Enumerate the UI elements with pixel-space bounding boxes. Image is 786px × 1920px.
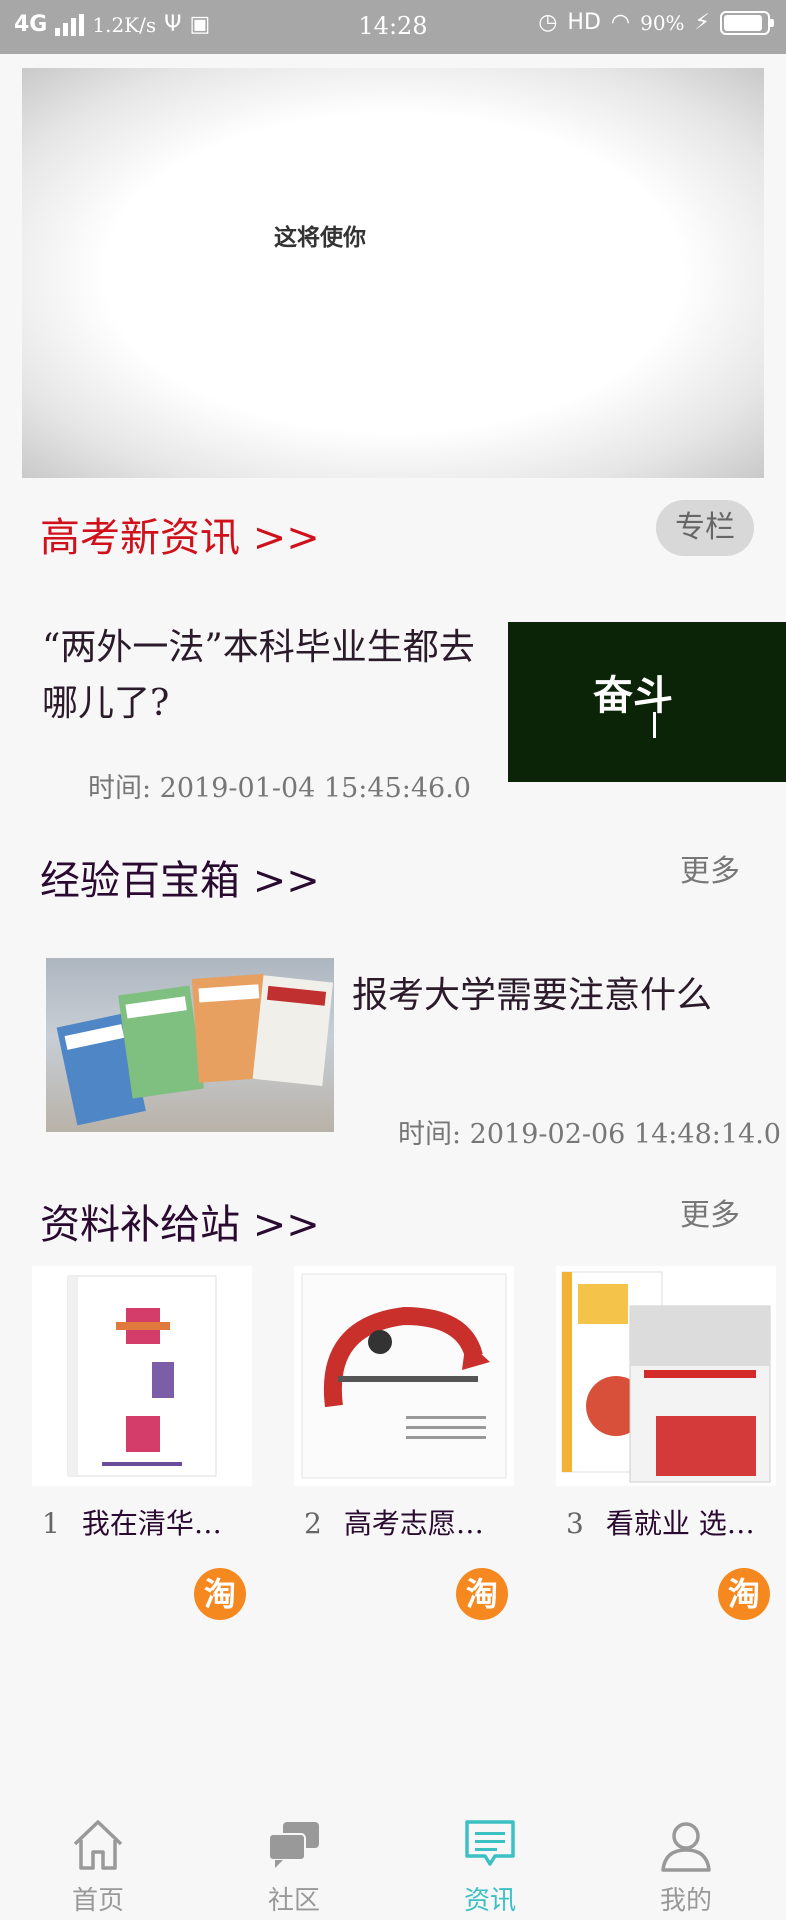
tab-home[interactable]: 首页 bbox=[0, 1800, 196, 1920]
profile-icon bbox=[661, 1822, 711, 1872]
banner-video[interactable]: 这将使你 bbox=[22, 68, 764, 478]
taobao-icon[interactable]: 淘 bbox=[194, 1568, 246, 1620]
book-label[interactable]: 1 我在清华… bbox=[42, 1502, 262, 1542]
book-label[interactable]: 2 高考志愿… bbox=[304, 1502, 524, 1542]
book-cover-image bbox=[561, 1271, 771, 1483]
experience-thumbnail[interactable] bbox=[46, 958, 334, 1132]
tab-label: 我的 bbox=[659, 1886, 712, 1916]
tab-community[interactable]: 社区 bbox=[196, 1800, 392, 1920]
book-cover[interactable] bbox=[32, 1266, 252, 1486]
tab-label: 资讯 bbox=[463, 1886, 516, 1916]
taobao-icon[interactable]: 淘 bbox=[456, 1568, 508, 1620]
tab-news[interactable]: 资讯 bbox=[392, 1800, 588, 1920]
news-section-title[interactable]: 高考新资讯 >> bbox=[40, 505, 320, 563]
news-icon bbox=[465, 1820, 515, 1866]
book-label[interactable]: 3 看就业 选… bbox=[566, 1502, 786, 1542]
experience-section-title[interactable]: 经验百宝箱 >> bbox=[40, 848, 320, 906]
book-cover-image bbox=[301, 1273, 507, 1479]
book-card[interactable]: 1 我在清华… 淘 bbox=[32, 1266, 252, 1620]
tab-profile[interactable]: 我的 bbox=[588, 1800, 784, 1920]
news-thumbnail[interactable]: 奋斗 bbox=[508, 622, 786, 782]
book-card[interactable]: 3 看就业 选… 淘 bbox=[556, 1266, 776, 1620]
supply-more-link[interactable]: 更多 bbox=[680, 1190, 740, 1234]
bottom-tab-bar: 首页 社区 资讯 我的 bbox=[0, 1800, 786, 1920]
wifi-icon: ◠ bbox=[610, 10, 631, 35]
tab-label: 首页 bbox=[71, 1886, 124, 1916]
experience-item-time: 时间: 2019-02-06 14:48:14.0 bbox=[398, 1119, 781, 1150]
book-cover[interactable] bbox=[556, 1266, 776, 1486]
charging-icon: ⚡ bbox=[694, 10, 710, 35]
banner-caption: 这将使你 bbox=[274, 225, 366, 251]
news-item-title[interactable]: “两外一法”本科毕业生都去哪儿了? bbox=[42, 620, 482, 732]
community-icon bbox=[268, 1822, 319, 1868]
tab-label: 社区 bbox=[267, 1886, 320, 1916]
experience-item-title[interactable]: 报考大学需要注意什么 bbox=[352, 966, 712, 1018]
home-icon bbox=[73, 1820, 123, 1870]
battery-fill bbox=[724, 14, 762, 31]
hd-indicator: HD bbox=[567, 10, 601, 35]
taobao-icon[interactable]: 淘 bbox=[718, 1568, 770, 1620]
book-cover-image bbox=[67, 1275, 217, 1477]
book-cover[interactable] bbox=[294, 1266, 514, 1486]
book-card[interactable]: 2 高考志愿… 淘 bbox=[294, 1266, 514, 1620]
news-item-time: 时间: 2019-01-04 15:45:46.0 bbox=[88, 773, 471, 804]
supply-section-title[interactable]: 资料补给站 >> bbox=[40, 1192, 320, 1250]
battery-percent: 90% bbox=[640, 10, 685, 35]
column-button[interactable]: 专栏 bbox=[656, 500, 754, 556]
textbooks-image bbox=[56, 973, 334, 1126]
experience-more-link[interactable]: 更多 bbox=[680, 846, 740, 890]
battery-icon bbox=[720, 10, 774, 35]
status-bar: 4G 1.2K/s Ψ ▣ 14:28 ◷ HD ◠ 90% ⚡ bbox=[0, 0, 786, 54]
alarm-icon: ◷ bbox=[538, 10, 558, 35]
status-right: ◷ HD ◠ 90% ⚡ bbox=[538, 10, 774, 35]
fendou-logo-icon: 奋斗 bbox=[593, 673, 673, 738]
svg-text:奋斗: 奋斗 bbox=[593, 673, 673, 719]
